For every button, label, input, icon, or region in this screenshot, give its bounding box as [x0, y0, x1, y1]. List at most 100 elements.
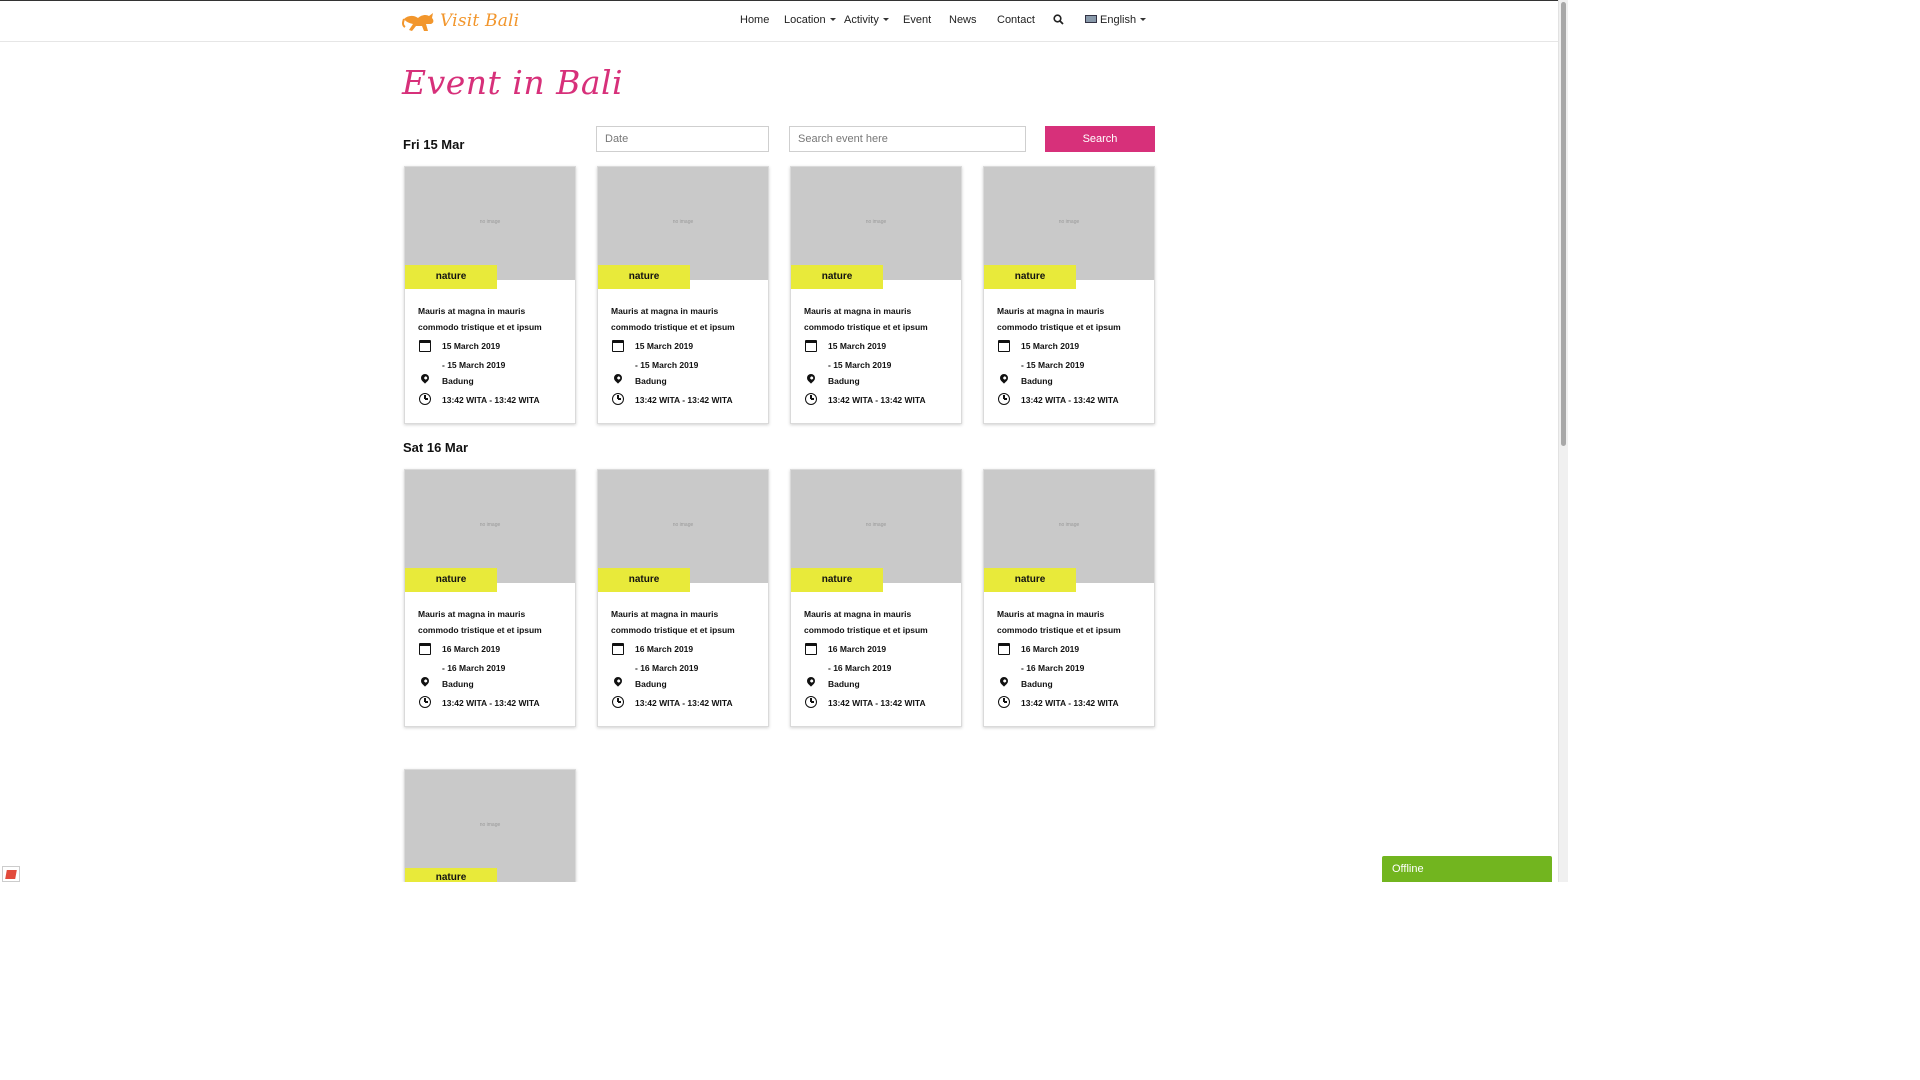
event-date-row: 15 March 2019: [611, 339, 766, 355]
nav-activity[interactable]: Activity: [844, 14, 889, 26]
event-date-row: 16 March 2019: [611, 642, 766, 658]
date-input[interactable]: [596, 126, 769, 152]
calendar-icon: [997, 642, 1011, 656]
event-card[interactable]: no image nature Mauris at magna in mauri…: [404, 469, 576, 727]
event-location: Badung: [1021, 679, 1053, 689]
calendar-icon: [611, 339, 625, 353]
event-card[interactable]: no image nature Mauris at magna in mauri…: [597, 469, 769, 727]
event-location-row: Badung: [804, 675, 959, 693]
scrollbar-thumb[interactable]: [1561, 2, 1566, 446]
event-date-row: 16 March 2019: [804, 642, 959, 658]
event-title: Mauris at magna in mauris commodo tristi…: [418, 306, 542, 332]
no-image-text: no image: [479, 522, 501, 528]
event-date-end: - 15 March 2019: [1021, 360, 1085, 370]
event-time-row: 13:42 WITA - 13:42 WITA: [997, 696, 1152, 712]
event-location-row: Badung: [997, 372, 1152, 390]
event-card[interactable]: no image nature Mauris at magna in mauri…: [790, 166, 962, 424]
event-date-row: 15 March 2019: [804, 339, 959, 355]
app-corner-icon[interactable]: [2, 866, 20, 882]
event-title: Mauris at magna in mauris commodo tristi…: [997, 609, 1121, 635]
no-image-text: no image: [865, 522, 887, 528]
event-image-placeholder: no image: [984, 470, 1154, 583]
event-time: 13:42 WITA - 13:42 WITA: [1021, 698, 1119, 708]
event-date-start: 16 March 2019: [635, 644, 694, 654]
nav-location[interactable]: Location: [784, 14, 836, 26]
calendar-icon: [418, 339, 432, 353]
search-input[interactable]: [789, 126, 1026, 152]
no-image-text: no image: [479, 219, 501, 225]
nav-contact[interactable]: Contact: [997, 14, 1035, 26]
calendar-icon: [804, 339, 818, 353]
event-image-placeholder: no image: [791, 167, 961, 280]
top-navbar: Visit Bali Home Location Activity Event …: [0, 0, 1558, 42]
chevron-down-icon: [882, 17, 889, 21]
map-pin-icon: [997, 372, 1011, 388]
map-pin-icon: [997, 675, 1011, 691]
no-image-text: no image: [672, 522, 694, 528]
calendar-icon: [804, 642, 818, 656]
calendar-icon: [611, 642, 625, 656]
event-card[interactable]: no image nature Mauris at magna in mauri…: [983, 469, 1155, 727]
event-date-start: 15 March 2019: [635, 341, 694, 351]
map-pin-icon: [804, 675, 818, 691]
event-location-row: Badung: [418, 675, 573, 693]
event-date-end: - 16 March 2019: [635, 663, 699, 673]
event-location: Badung: [828, 679, 860, 689]
event-date-end-row: - 16 March 2019: [418, 661, 573, 677]
event-card[interactable]: no image nature Mauris at magna in mauri…: [404, 166, 576, 424]
event-time-row: 13:42 WITA - 13:42 WITA: [804, 696, 959, 712]
search-icon: [1053, 14, 1064, 25]
map-pin-icon: [418, 372, 432, 388]
search-button[interactable]: Search: [1045, 126, 1155, 152]
event-card[interactable]: no image nature Mauris at magna in mauri…: [790, 469, 962, 727]
event-location: Badung: [635, 376, 667, 386]
chat-status-widget[interactable]: Offline: [1382, 856, 1552, 882]
page-title: Event in Bali: [402, 63, 624, 102]
nav-news[interactable]: News: [949, 14, 977, 26]
event-title: Mauris at magna in mauris commodo tristi…: [611, 306, 735, 332]
event-image-placeholder: no image: [598, 167, 768, 280]
category-tag: nature: [405, 265, 497, 289]
event-time-row: 13:42 WITA - 13:42 WITA: [418, 393, 573, 409]
category-tag: nature: [791, 265, 883, 289]
nav-event[interactable]: Event: [903, 14, 931, 26]
event-date-start: 16 March 2019: [1021, 644, 1080, 654]
no-image-text: no image: [672, 219, 694, 225]
category-tag: nature: [984, 568, 1076, 592]
event-location-row: Badung: [611, 675, 766, 693]
event-location-row: Badung: [418, 372, 573, 390]
clock-icon: [418, 696, 432, 710]
event-card[interactable]: no image nature: [404, 769, 576, 882]
category-tag: nature: [405, 568, 497, 592]
event-image-placeholder: no image: [405, 770, 575, 882]
event-card[interactable]: no image nature Mauris at magna in mauri…: [597, 166, 769, 424]
event-date-end: - 15 March 2019: [635, 360, 699, 370]
day-heading: Sat 16 Mar: [403, 440, 469, 455]
event-title: Mauris at magna in mauris commodo tristi…: [997, 306, 1121, 332]
event-date-start: 15 March 2019: [1021, 341, 1080, 351]
event-date-row: 16 March 2019: [997, 642, 1152, 658]
event-time: 13:42 WITA - 13:42 WITA: [1021, 395, 1119, 405]
map-pin-icon: [418, 675, 432, 691]
clock-icon: [611, 393, 625, 407]
event-date-row: 15 March 2019: [997, 339, 1152, 355]
nav-location-label: Location: [784, 14, 826, 26]
event-time: 13:42 WITA - 13:42 WITA: [635, 395, 733, 405]
site-logo[interactable]: Visit Bali: [402, 8, 519, 34]
no-image-text: no image: [1058, 219, 1080, 225]
event-card[interactable]: no image nature Mauris at magna in mauri…: [983, 166, 1155, 424]
event-date-end-row: - 16 March 2019: [611, 661, 766, 677]
no-image-text: no image: [1058, 522, 1080, 528]
event-date-end: - 15 March 2019: [828, 360, 892, 370]
nav-home[interactable]: Home: [740, 14, 769, 26]
flag-icon: [1085, 15, 1097, 24]
nav-search[interactable]: [1053, 14, 1064, 28]
event-date-end: - 16 March 2019: [442, 663, 506, 673]
event-date-end-row: - 15 March 2019: [611, 358, 766, 374]
event-date-row: 16 March 2019: [418, 642, 573, 658]
language-selector[interactable]: English: [1085, 14, 1147, 26]
event-date-start: 15 March 2019: [828, 341, 887, 351]
clock-icon: [997, 696, 1011, 710]
calendar-icon: [997, 339, 1011, 353]
map-pin-icon: [611, 372, 625, 388]
